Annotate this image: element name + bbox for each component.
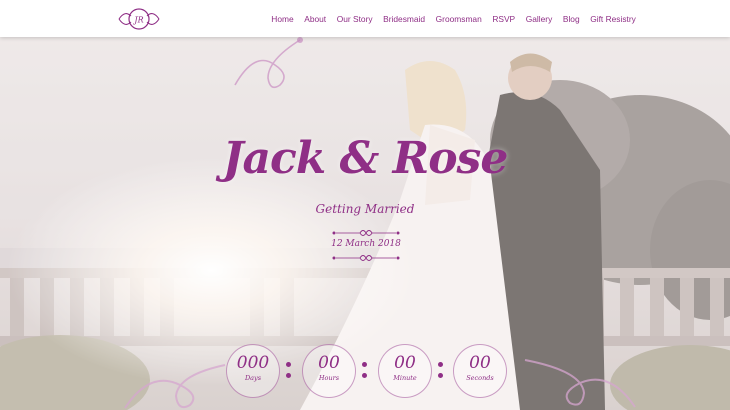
wedding-date: 12 March 2018 <box>331 239 401 249</box>
countdown-minutes-value: 00 <box>394 353 416 373</box>
countdown-seconds-label: Seconds <box>466 374 494 382</box>
date-ornament-bottom-icon <box>332 255 400 261</box>
countdown-days-value: 000 <box>236 353 270 373</box>
nav-blog[interactable]: Blog <box>563 14 580 24</box>
couple-names-title: Jack & Rose <box>222 133 509 184</box>
countdown-seconds-value: 00 <box>469 353 491 373</box>
swirl-ornament-top-icon <box>234 37 303 89</box>
nav-our-story[interactable]: Our Story <box>337 14 373 24</box>
nav-groomsman[interactable]: Groomsman <box>436 14 482 24</box>
main-navigation: Home About Our Story Bridesmaid Groomsma… <box>266 0 641 37</box>
countdown-hours: 00 Hours <box>302 344 356 398</box>
countdown-seconds: 00 Seconds <box>453 344 507 398</box>
countdown-days-label: Days <box>244 374 262 382</box>
date-ornament-top-icon <box>332 230 400 236</box>
countdown-hours-value: 00 <box>318 353 340 373</box>
top-navbar: JR Home About Our Story Bridesmaid Groom… <box>0 0 730 37</box>
wedding-date-badge: 12 March 2018 <box>330 228 402 264</box>
swirl-ornament-bottom-left-icon <box>124 364 226 409</box>
countdown-separator <box>362 360 368 380</box>
nav-gallery[interactable]: Gallery <box>526 14 553 24</box>
svg-text:JR: JR <box>132 16 143 25</box>
nav-rsvp[interactable]: RSVP <box>492 14 515 24</box>
monogram-logo-icon[interactable]: JR <box>117 6 161 32</box>
nav-about[interactable]: About <box>304 14 326 24</box>
swirl-ornament-bottom-right-icon <box>524 359 636 408</box>
countdown-minutes-label: Minute <box>393 374 417 382</box>
getting-married-subtitle: Getting Married <box>315 202 415 216</box>
countdown-hours-label: Hours <box>318 374 340 382</box>
nav-home[interactable]: Home <box>271 14 293 24</box>
nav-bridesmaid[interactable]: Bridesmaid <box>383 14 425 24</box>
countdown-separator <box>438 360 444 380</box>
countdown-days: 000 Days <box>226 344 280 398</box>
countdown-separator <box>286 360 292 380</box>
countdown-minutes: 00 Minute <box>378 344 432 398</box>
nav-gift-registry[interactable]: Gift Resistry <box>590 14 636 24</box>
